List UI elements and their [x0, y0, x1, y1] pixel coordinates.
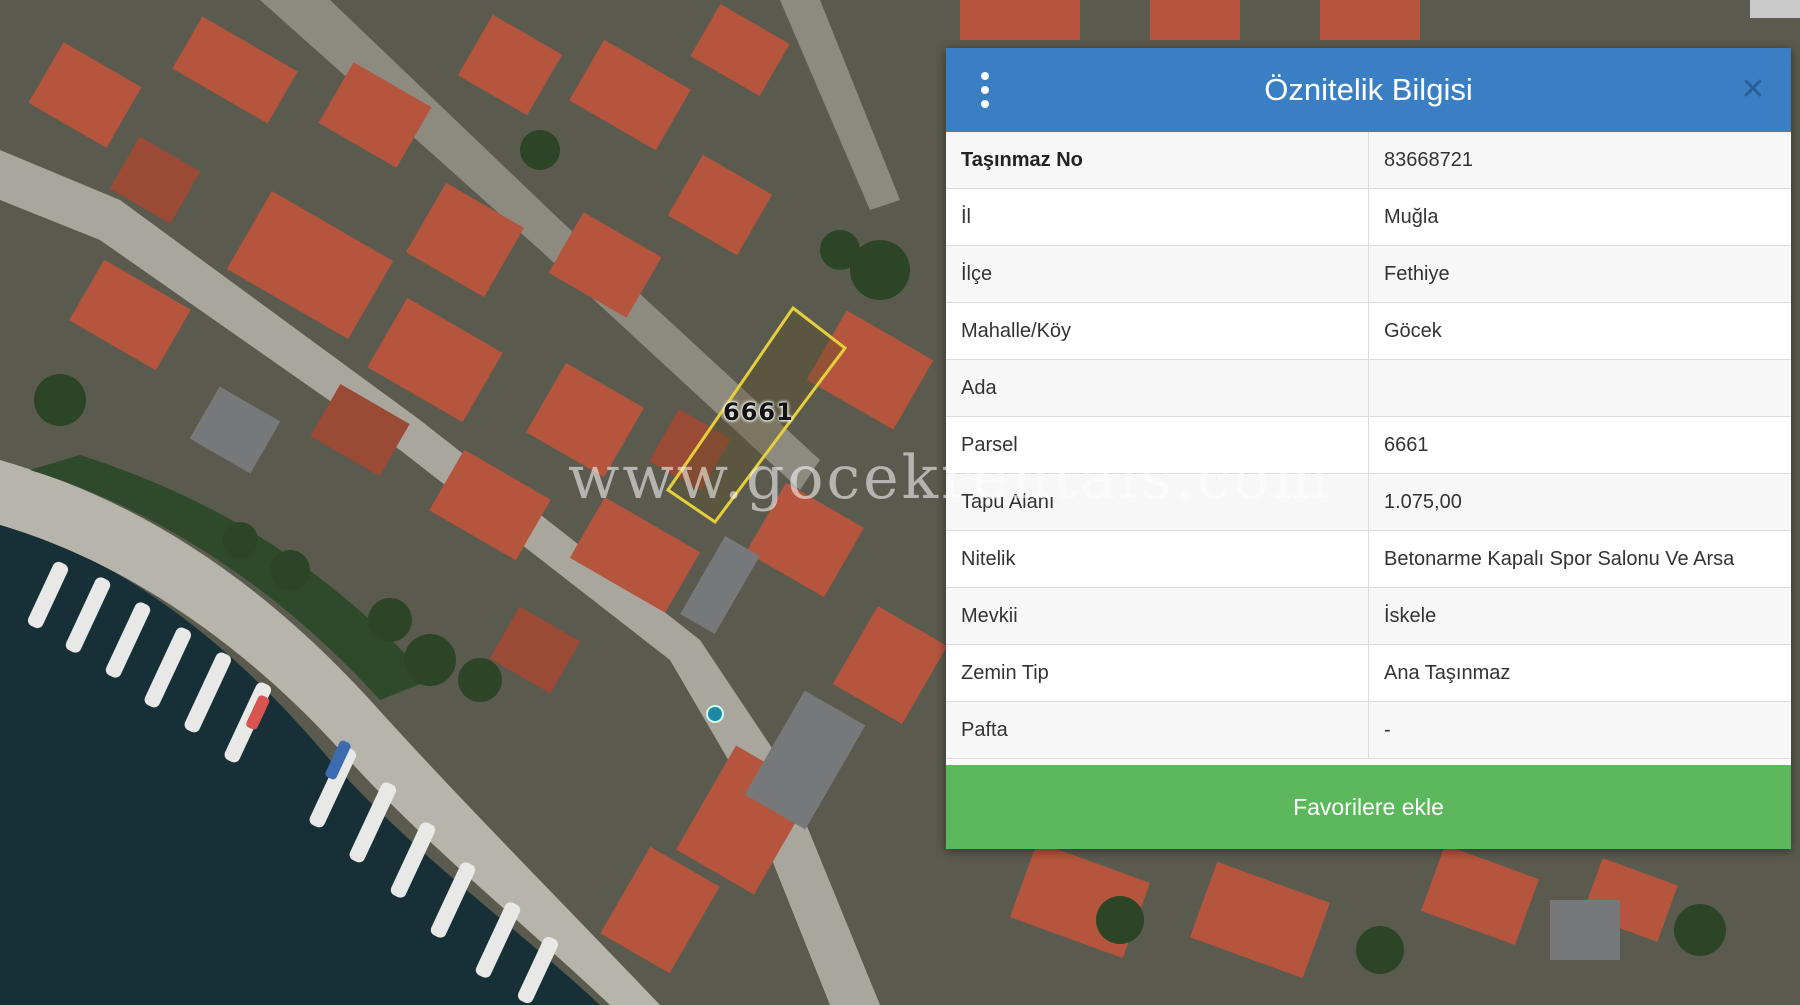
panel-title: Öznitelik Bilgisi [1264, 72, 1473, 107]
attribute-key: Taşınmaz No [946, 132, 1369, 189]
attribute-value: - [1368, 701, 1791, 759]
attribute-key: Nitelik [946, 530, 1369, 588]
table-row: İl Muğla [946, 188, 1791, 246]
table-row: Mahalle/Köy Göcek [946, 302, 1791, 360]
attribute-key: Zemin Tip [946, 644, 1369, 702]
attribute-value: Betonarme Kapalı Spor Salonu Ve Arsa [1368, 530, 1791, 588]
table-row: Pafta - [946, 701, 1791, 759]
table-row: Ada [946, 359, 1791, 417]
attribute-key: Mevkii [946, 587, 1369, 645]
attribute-key: Pafta [946, 701, 1369, 759]
close-icon[interactable]: ✕ [1733, 70, 1773, 110]
table-row: Taşınmaz No 83668721 [946, 132, 1791, 189]
attribute-key: Parsel [946, 416, 1369, 474]
attribute-table: Taşınmaz No 83668721 İl Muğla İlçe Fethi… [946, 132, 1791, 759]
table-row: Zemin Tip Ana Taşınmaz [946, 644, 1791, 702]
attribute-value [1368, 359, 1791, 417]
attribute-key: Mahalle/Köy [946, 302, 1369, 360]
attribute-value: 1.075,00 [1368, 473, 1791, 531]
attribute-info-panel: Öznitelik Bilgisi ✕ Taşınmaz No 83668721… [946, 48, 1791, 849]
table-row: Tapu Alanı 1.075,00 [946, 473, 1791, 531]
table-row: İlçe Fethiye [946, 245, 1791, 303]
attribute-value: Fethiye [1368, 245, 1791, 303]
table-row: Parsel 6661 [946, 416, 1791, 474]
attribute-value: Ana Taşınmaz [1368, 644, 1791, 702]
attribute-value: Göcek [1368, 302, 1791, 360]
attribute-key: Ada [946, 359, 1369, 417]
parcel-number-label: 6661 [723, 398, 794, 426]
attribute-value: 83668721 [1368, 132, 1791, 189]
attribute-value: Muğla [1368, 188, 1791, 246]
table-row: Mevkii İskele [946, 587, 1791, 645]
corner-control[interactable] [1750, 0, 1800, 18]
table-row: Nitelik Betonarme Kapalı Spor Salonu Ve … [946, 530, 1791, 588]
attribute-value: 6661 [1368, 416, 1791, 474]
add-to-favorites-button[interactable]: Favorilere ekle [946, 765, 1791, 849]
attribute-key: İlçe [946, 245, 1369, 303]
location-marker[interactable] [706, 705, 724, 723]
attribute-key: İl [946, 188, 1369, 246]
panel-header: Öznitelik Bilgisi ✕ [946, 48, 1791, 132]
attribute-value: İskele [1368, 587, 1791, 645]
attribute-key: Tapu Alanı [946, 473, 1369, 531]
